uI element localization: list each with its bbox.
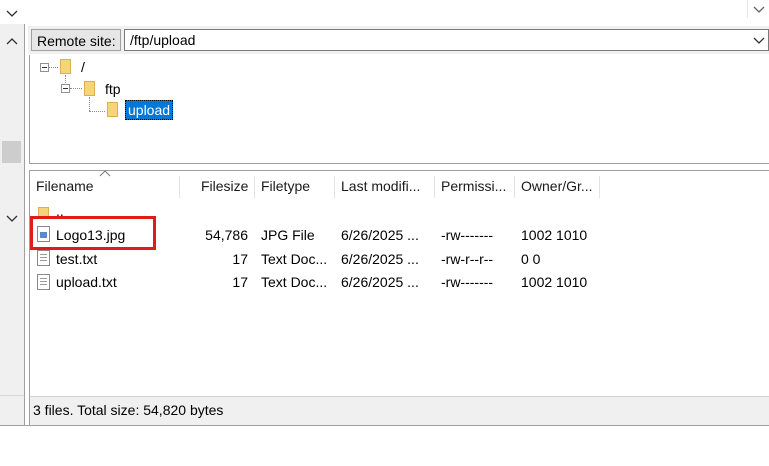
remote-path-input[interactable]: /ftp/upload xyxy=(124,29,769,51)
tree-connector xyxy=(49,67,58,68)
chevron-down-icon[interactable] xyxy=(5,6,19,20)
remote-directory-tree[interactable]: / ftp upload xyxy=(29,55,769,164)
top-scrollbar[interactable] xyxy=(747,0,769,18)
remote-site-label: Remote site: xyxy=(31,29,121,51)
file-type: JPG File xyxy=(261,227,315,243)
tree-item-root[interactable]: / xyxy=(81,59,85,75)
file-size: 54,786 xyxy=(205,227,248,243)
collapse-icon[interactable] xyxy=(40,63,49,72)
column-header-filename[interactable]: Filename xyxy=(36,175,94,197)
text-file-icon xyxy=(37,250,50,266)
file-permissions: -rw------- xyxy=(441,274,494,290)
local-status-bar xyxy=(0,395,24,426)
file-type: Text Doc... xyxy=(261,251,328,267)
file-type: Text Doc... xyxy=(261,274,328,290)
highlight-annotation xyxy=(30,216,156,250)
chevron-down-icon[interactable] xyxy=(752,2,766,16)
column-divider[interactable] xyxy=(334,176,335,198)
tree-connector xyxy=(70,88,82,89)
column-header-filesize[interactable]: Filesize xyxy=(201,175,248,197)
chevron-down-icon[interactable] xyxy=(752,33,766,47)
status-text: 3 files. Total size: 54,820 bytes xyxy=(33,402,224,418)
folder-icon xyxy=(107,102,118,117)
file-permissions: -rw-r--r-- xyxy=(441,251,494,267)
file-owner: 0 0 xyxy=(521,251,541,267)
column-divider[interactable] xyxy=(514,176,515,198)
folder-icon xyxy=(60,59,71,74)
collapse-icon[interactable] xyxy=(61,84,70,93)
tree-connector xyxy=(89,111,105,112)
local-pane-edge xyxy=(0,24,25,426)
file-name: upload.txt xyxy=(56,274,117,290)
file-modified: 6/26/2025 ... xyxy=(341,274,419,290)
column-divider[interactable] xyxy=(599,176,600,198)
tree-connector xyxy=(89,97,90,111)
sort-ascending-icon xyxy=(99,170,111,177)
scrollbar-thumb[interactable] xyxy=(2,141,21,163)
scroll-up-icon[interactable] xyxy=(5,34,19,48)
file-size: 17 xyxy=(232,274,248,290)
folder-icon xyxy=(84,81,95,96)
scroll-down-icon[interactable] xyxy=(5,211,19,225)
file-permissions: -rw------- xyxy=(441,227,494,243)
file-modified: 6/26/2025 ... xyxy=(341,227,419,243)
file-size: 17 xyxy=(232,251,248,267)
column-header-owner-group[interactable]: Owner/Gr... xyxy=(521,175,593,197)
column-header-last-modified[interactable]: Last modifi... xyxy=(341,175,420,197)
column-header-filetype[interactable]: Filetype xyxy=(261,175,310,197)
divider xyxy=(0,425,769,426)
tree-item-upload[interactable]: upload xyxy=(125,100,174,120)
column-divider[interactable] xyxy=(254,176,255,198)
tree-item-ftp[interactable]: ftp xyxy=(105,81,121,97)
file-owner: 1002 1010 xyxy=(521,274,588,290)
column-header-permissions[interactable]: Permissi... xyxy=(441,175,506,197)
file-owner: 1002 1010 xyxy=(521,227,588,243)
file-modified: 6/26/2025 ... xyxy=(341,251,419,267)
text-file-icon xyxy=(37,274,50,290)
file-name: test.txt xyxy=(56,251,98,267)
column-divider[interactable] xyxy=(434,176,435,198)
column-divider[interactable] xyxy=(179,176,180,198)
